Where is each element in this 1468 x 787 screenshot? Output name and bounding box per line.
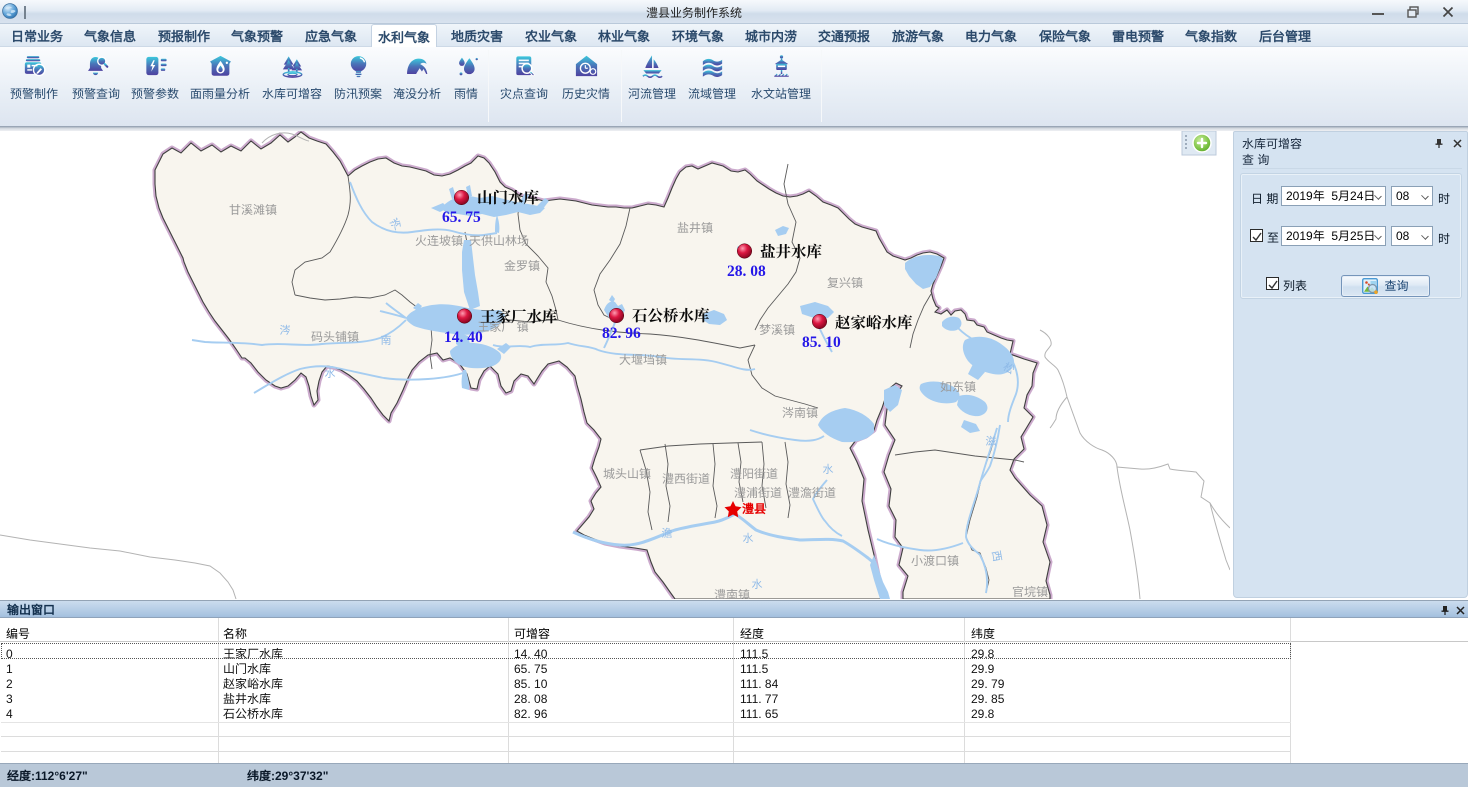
svg-text:山门水库: 山门水库 [477,186,540,208]
svg-text:澧澹街道: 澧澹街道 [788,484,836,501]
svg-text:如东镇: 如东镇 [940,378,976,395]
svg-text:城头山镇: 城头山镇 [603,465,651,482]
svg-text:火连坡镇: 火连坡镇 [415,232,463,249]
svg-text:85. 10: 85. 10 [802,334,841,351]
svg-text:大堰垱镇: 大堰垱镇 [619,351,667,368]
svg-text:赵家峪水库: 赵家峪水库 [835,311,913,333]
svg-text:官垸镇: 官垸镇 [1012,583,1048,599]
svg-text:涔南镇: 涔南镇 [782,404,818,421]
svg-text:水: 水 [752,576,763,592]
svg-text:盐井水库: 盐井水库 [760,240,823,262]
svg-text:天供山林场: 天供山林场 [469,232,529,249]
svg-text:滋: 滋 [986,433,997,449]
svg-text:复兴镇: 复兴镇 [827,274,863,291]
svg-text:石公桥水库: 石公桥水库 [632,304,710,326]
svg-text:水: 水 [823,461,834,477]
svg-text:65. 75: 65. 75 [442,209,481,226]
svg-text:澧阳街道: 澧阳街道 [730,465,778,482]
svg-text:澧西街道: 澧西街道 [662,470,710,487]
svg-text:小渡口镇: 小渡口镇 [911,552,959,569]
svg-text:澹: 澹 [662,525,673,541]
svg-text:澧南镇: 澧南镇 [714,586,750,599]
svg-text:14. 40: 14. 40 [444,329,483,346]
svg-text:码头铺镇: 码头铺镇 [311,328,359,345]
svg-text:盐井镇: 盐井镇 [677,219,713,236]
svg-text:王家厂水库: 王家厂水库 [480,305,558,327]
svg-text:澧浦街道: 澧浦街道 [734,484,782,501]
svg-text:金罗镇: 金罗镇 [504,257,540,274]
svg-text:甘溪滩镇: 甘溪滩镇 [229,201,277,218]
svg-text:梦溪镇: 梦溪镇 [759,321,795,338]
svg-text:水: 水 [325,365,336,381]
svg-text:澧县: 澧县 [742,500,766,517]
svg-text:涔: 涔 [280,322,291,338]
svg-text:南: 南 [381,332,392,348]
svg-text:82. 96: 82. 96 [602,325,641,342]
svg-text:水: 水 [743,530,754,546]
svg-text:28. 08: 28. 08 [727,263,766,280]
